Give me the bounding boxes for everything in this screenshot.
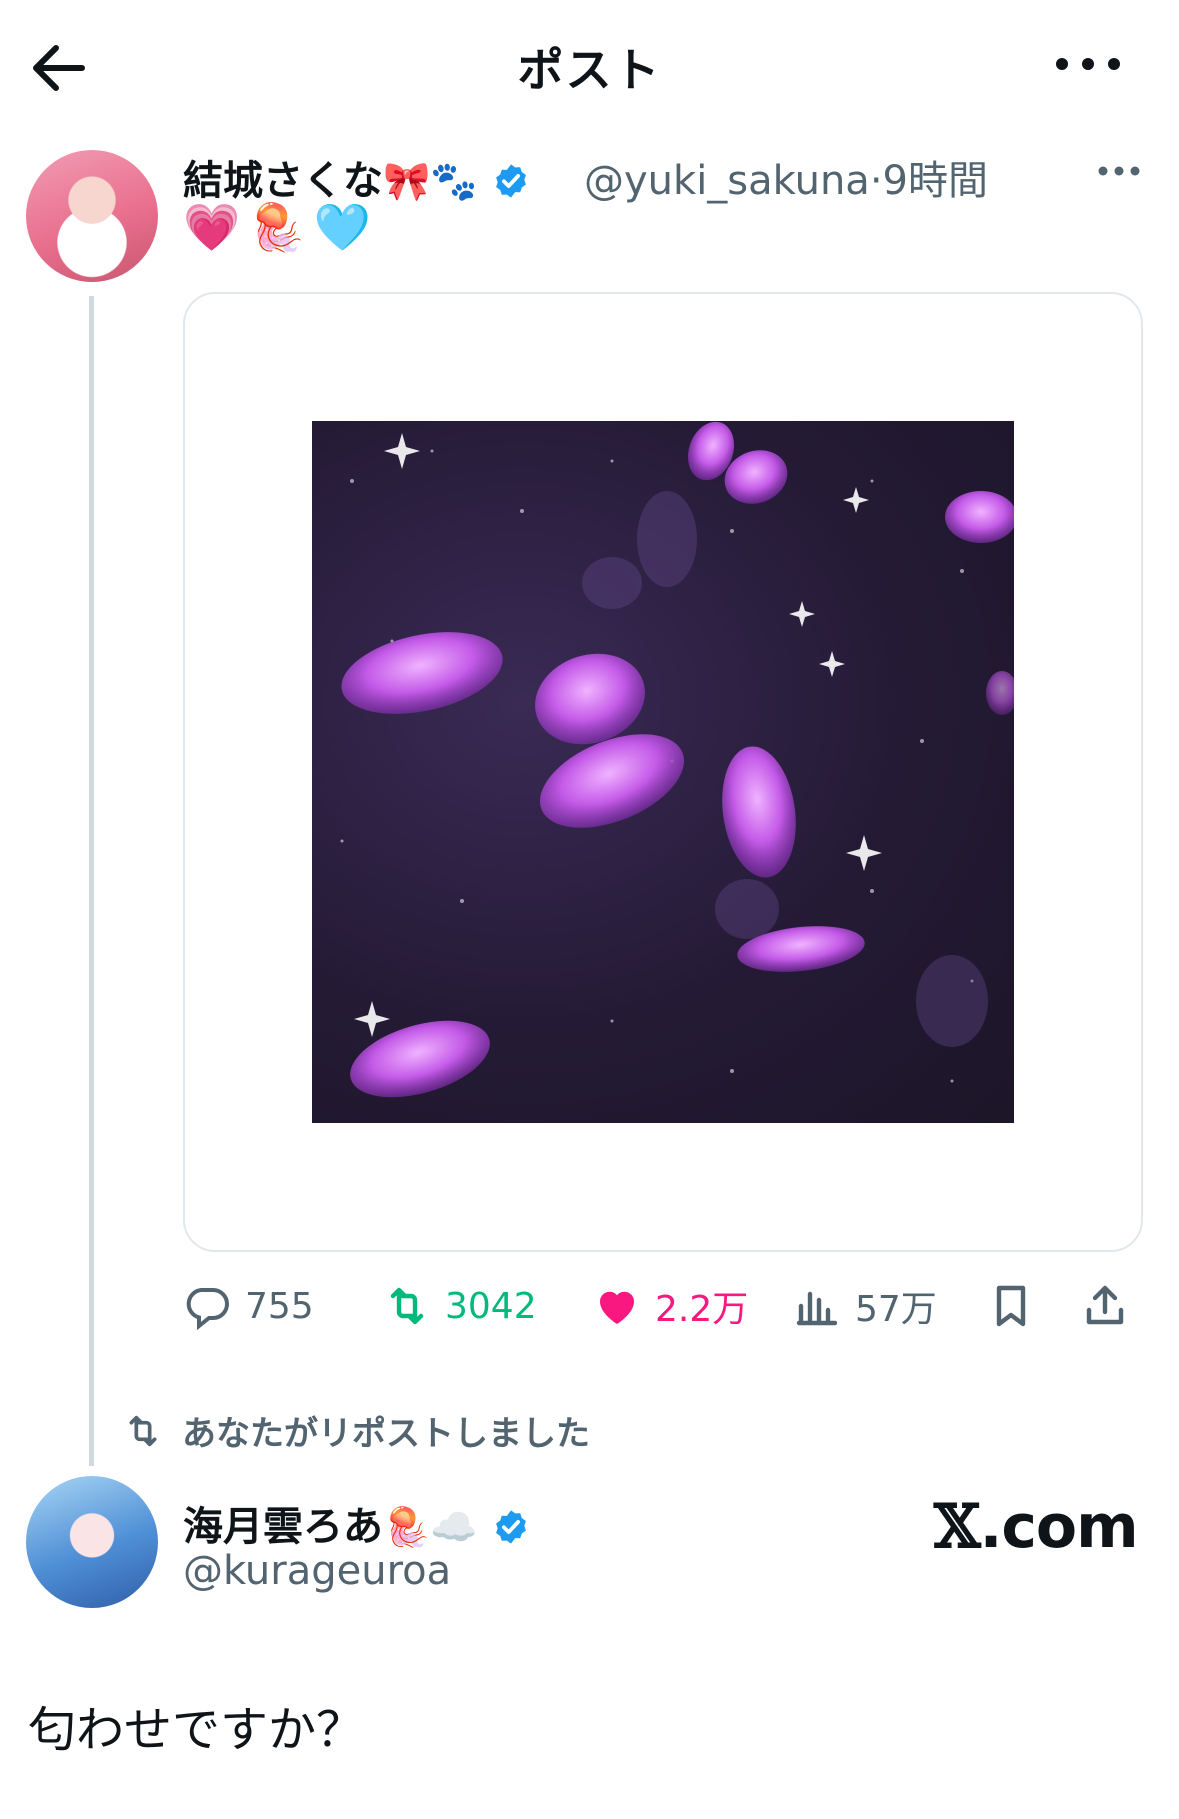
name-emoji: ☁️ (430, 1505, 478, 1549)
avatar[interactable] (26, 150, 158, 282)
bookmark-icon (996, 1285, 1026, 1327)
share-button[interactable] (1081, 1278, 1143, 1334)
verified-badge-icon (495, 1510, 526, 1544)
like-button[interactable]: 2.2万 (593, 1278, 748, 1334)
post-text: 💗🪼🩵 (183, 200, 379, 254)
post-action-bar: 755 3042 2.2万 57万 (183, 1278, 1143, 1334)
x-com-watermark: 𝕏.com (934, 1492, 1139, 1562)
reply-author-name[interactable]: 海月雲ろあ🪼☁️ (183, 1494, 530, 1552)
repost-icon (390, 1287, 424, 1325)
repost-button[interactable]: 3042 (383, 1278, 537, 1334)
reply-icon (186, 1288, 229, 1330)
display-name: 結城さくな (183, 158, 383, 204)
author-name[interactable]: 結城さくな🎀🐾 (183, 148, 530, 206)
views-button[interactable]: 57万 (793, 1278, 937, 1334)
name-emoji: 🐾 (430, 159, 478, 203)
separator: · (869, 158, 883, 204)
more-icon (1056, 58, 1120, 70)
x-logo: 𝕏 (934, 1492, 981, 1562)
like-icon (599, 1291, 635, 1324)
reply-text: 匂わせですか？ (28, 1702, 365, 1758)
watermark-domain: .com (979, 1492, 1139, 1562)
more-icon (1098, 166, 1140, 176)
reply-author-handle[interactable]: @kurageuroa (183, 1548, 451, 1594)
reply-button[interactable]: 755 (183, 1278, 314, 1334)
repost-count: 3042 (445, 1285, 537, 1327)
repost-notice-text: あなたがリポストしました (182, 1414, 590, 1454)
reply-display-name: 海月雲ろあ (183, 1504, 383, 1550)
reply-count: 755 (245, 1285, 314, 1327)
jellyfish-image (340, 421, 1014, 1098)
name-emoji: 🎀 (383, 159, 431, 203)
author-handle-time: @yuki_sakuna·9時間 (584, 148, 988, 206)
post-time[interactable]: 9時間 (883, 158, 988, 204)
views-icon (796, 1291, 838, 1326)
bookmark-button[interactable] (987, 1278, 1049, 1334)
header-more-button[interactable] (1048, 42, 1128, 86)
verified-badge-icon (495, 164, 526, 198)
author-handle[interactable]: @yuki_sakuna (584, 158, 870, 204)
page-title: ポスト (517, 43, 662, 97)
post-image[interactable] (312, 421, 1014, 1123)
repost-icon (129, 1415, 157, 1446)
reply-avatar[interactable] (26, 1476, 158, 1608)
views-count: 57万 (855, 1289, 937, 1330)
repost-notice: あなたがリポストしました (120, 1406, 590, 1455)
name-emoji: 🪼 (383, 1505, 431, 1549)
post-more-button[interactable] (1094, 156, 1144, 186)
thread-line (89, 296, 94, 1466)
like-count: 2.2万 (655, 1289, 749, 1330)
share-icon (1086, 1285, 1124, 1325)
